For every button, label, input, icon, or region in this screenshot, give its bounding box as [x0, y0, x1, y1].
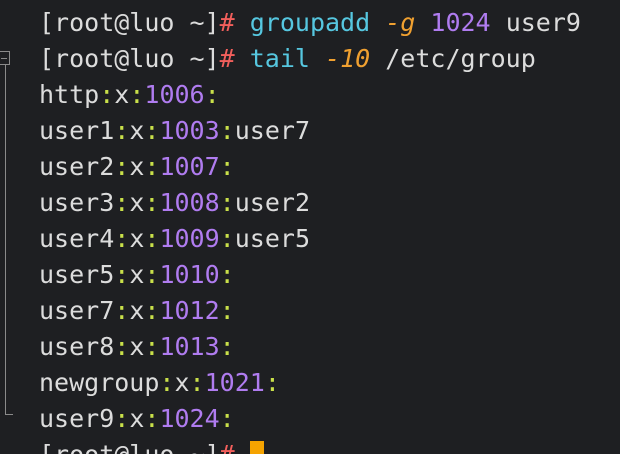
- group-entry: user2:x:1007:: [39, 152, 235, 181]
- command-name: groupadd: [249, 8, 371, 37]
- collapse-icon[interactable]: [0, 51, 10, 65]
- fold-guide-end: [5, 414, 13, 415]
- current-prompt-line[interactable]: [root@luo ~]#: [39, 437, 581, 454]
- group-entry: user7:x:1012:: [39, 296, 235, 325]
- prompt: [root@luo ~]: [39, 44, 220, 73]
- group-entry: user9:x:1024:: [39, 404, 235, 433]
- group-entry: user5:x:1010:: [39, 260, 235, 289]
- fold-gutter: [0, 0, 28, 454]
- command-arg: /etc/group: [385, 44, 536, 73]
- group-entry: newgroup:x:1021:: [39, 368, 280, 397]
- command-name: tail: [249, 44, 310, 73]
- group-entry: http:x:1006:: [39, 80, 220, 109]
- command-arg-number: 1024: [430, 8, 491, 37]
- prompt-hash: #: [219, 8, 235, 37]
- command-line-groupadd: [root@luo ~]# groupadd -g 1024 user9: [39, 5, 581, 41]
- command-arg: user9: [505, 8, 581, 37]
- group-entry: user8:x:1013:: [39, 332, 235, 361]
- prompt: [root@luo ~]: [39, 440, 220, 454]
- group-entry: user3:x:1008:user2: [39, 188, 310, 217]
- terminal-output: [root@luo ~]# groupadd -g 1024 user9 [ro…: [39, 5, 581, 454]
- prompt: [root@luo ~]: [39, 8, 220, 37]
- command-flag: -10: [325, 44, 371, 73]
- group-entry: user1:x:1003:user7: [39, 116, 310, 145]
- prompt-hash: #: [219, 44, 235, 73]
- terminal-window[interactable]: [root@luo ~]# groupadd -g 1024 user9 [ro…: [0, 0, 620, 454]
- fold-guide-line: [5, 65, 6, 415]
- command-line-tail: [root@luo ~]# tail -10 /etc/group: [39, 41, 581, 77]
- text-cursor[interactable]: [249, 441, 264, 454]
- prompt-hash: #: [220, 440, 235, 454]
- group-entry: user4:x:1009:user5: [39, 224, 310, 253]
- command-flag: -g: [385, 8, 416, 37]
